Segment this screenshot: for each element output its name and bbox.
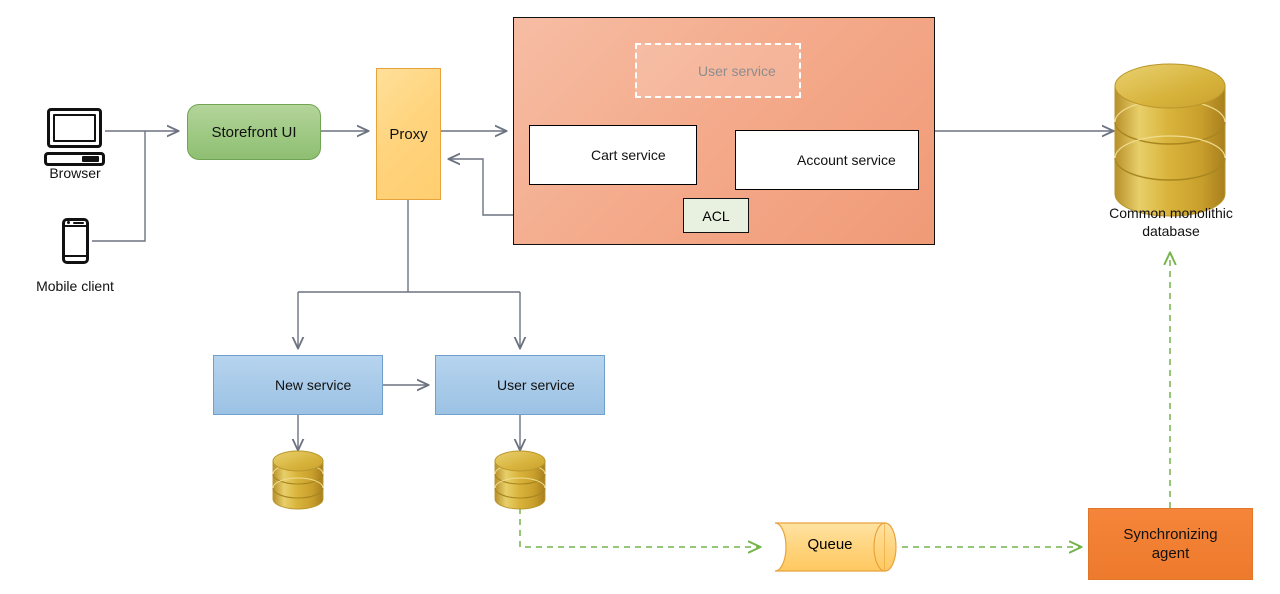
common-database-label-line1: Common monolithic bbox=[1109, 205, 1233, 221]
new-service-node[interactable]: New service bbox=[213, 355, 383, 415]
browser-label: Browser bbox=[49, 165, 101, 181]
lower-user-service-node[interactable]: User service bbox=[435, 355, 605, 415]
mobile-client-label: Mobile client bbox=[36, 278, 114, 294]
lower-user-service-row: User service bbox=[436, 368, 604, 402]
mobile-phone-speaker-icon bbox=[73, 221, 84, 224]
ghost-user-service-label: User service bbox=[698, 62, 776, 79]
queue-label: Queue bbox=[807, 536, 853, 553]
synchronizing-agent-node[interactable]: Synchronizing agent bbox=[1088, 508, 1253, 580]
cart-service-hexagon-slot bbox=[544, 138, 581, 172]
proxy-label: Proxy bbox=[389, 125, 428, 143]
lower-user-service-label: User service bbox=[497, 377, 575, 393]
mobile-phone-camera-icon bbox=[67, 221, 70, 224]
lower-user-service-hexagon-slot bbox=[450, 368, 487, 402]
new-service-label: New service bbox=[275, 377, 352, 393]
common-database-caption: Common monolithic database bbox=[1080, 205, 1262, 240]
new-service-row: New service bbox=[214, 368, 382, 402]
new-service-database-icon bbox=[272, 450, 324, 510]
user-service-database-icon bbox=[494, 450, 546, 510]
account-service-label: Account service bbox=[797, 152, 896, 168]
account-service-node[interactable]: Account service bbox=[735, 130, 919, 190]
ghost-user-service-row: User service bbox=[637, 54, 799, 88]
desktop-monitor-screen-icon bbox=[53, 114, 96, 142]
cart-service-row: Cart service bbox=[530, 138, 696, 172]
synchronizing-agent-label-line2: agent bbox=[1151, 545, 1190, 562]
account-service-hexagon-slot bbox=[750, 143, 787, 177]
new-service-hexagon-slot bbox=[228, 368, 265, 402]
cart-service-label: Cart service bbox=[591, 147, 666, 163]
common-database-label-line2: database bbox=[1142, 222, 1200, 239]
synchronizing-agent-label-line1: Synchronizing bbox=[1123, 525, 1218, 543]
account-service-row: Account service bbox=[736, 143, 918, 177]
cart-service-node[interactable]: Cart service bbox=[529, 125, 697, 185]
storefront-ui-label: Storefront UI bbox=[211, 123, 297, 141]
mobile-phone-bottom-icon bbox=[62, 255, 89, 264]
ghost-user-service-node: User service bbox=[635, 43, 801, 98]
acl-node[interactable]: ACL bbox=[683, 198, 749, 233]
ghost-user-service-hexagon-slot bbox=[651, 54, 688, 88]
acl-label: ACL bbox=[702, 207, 730, 224]
proxy-node[interactable]: Proxy bbox=[376, 68, 441, 200]
storefront-ui-node[interactable]: Storefront UI bbox=[187, 104, 321, 160]
desktop-keyboard-bar-icon bbox=[82, 156, 99, 162]
common-database-icon bbox=[1114, 63, 1226, 217]
